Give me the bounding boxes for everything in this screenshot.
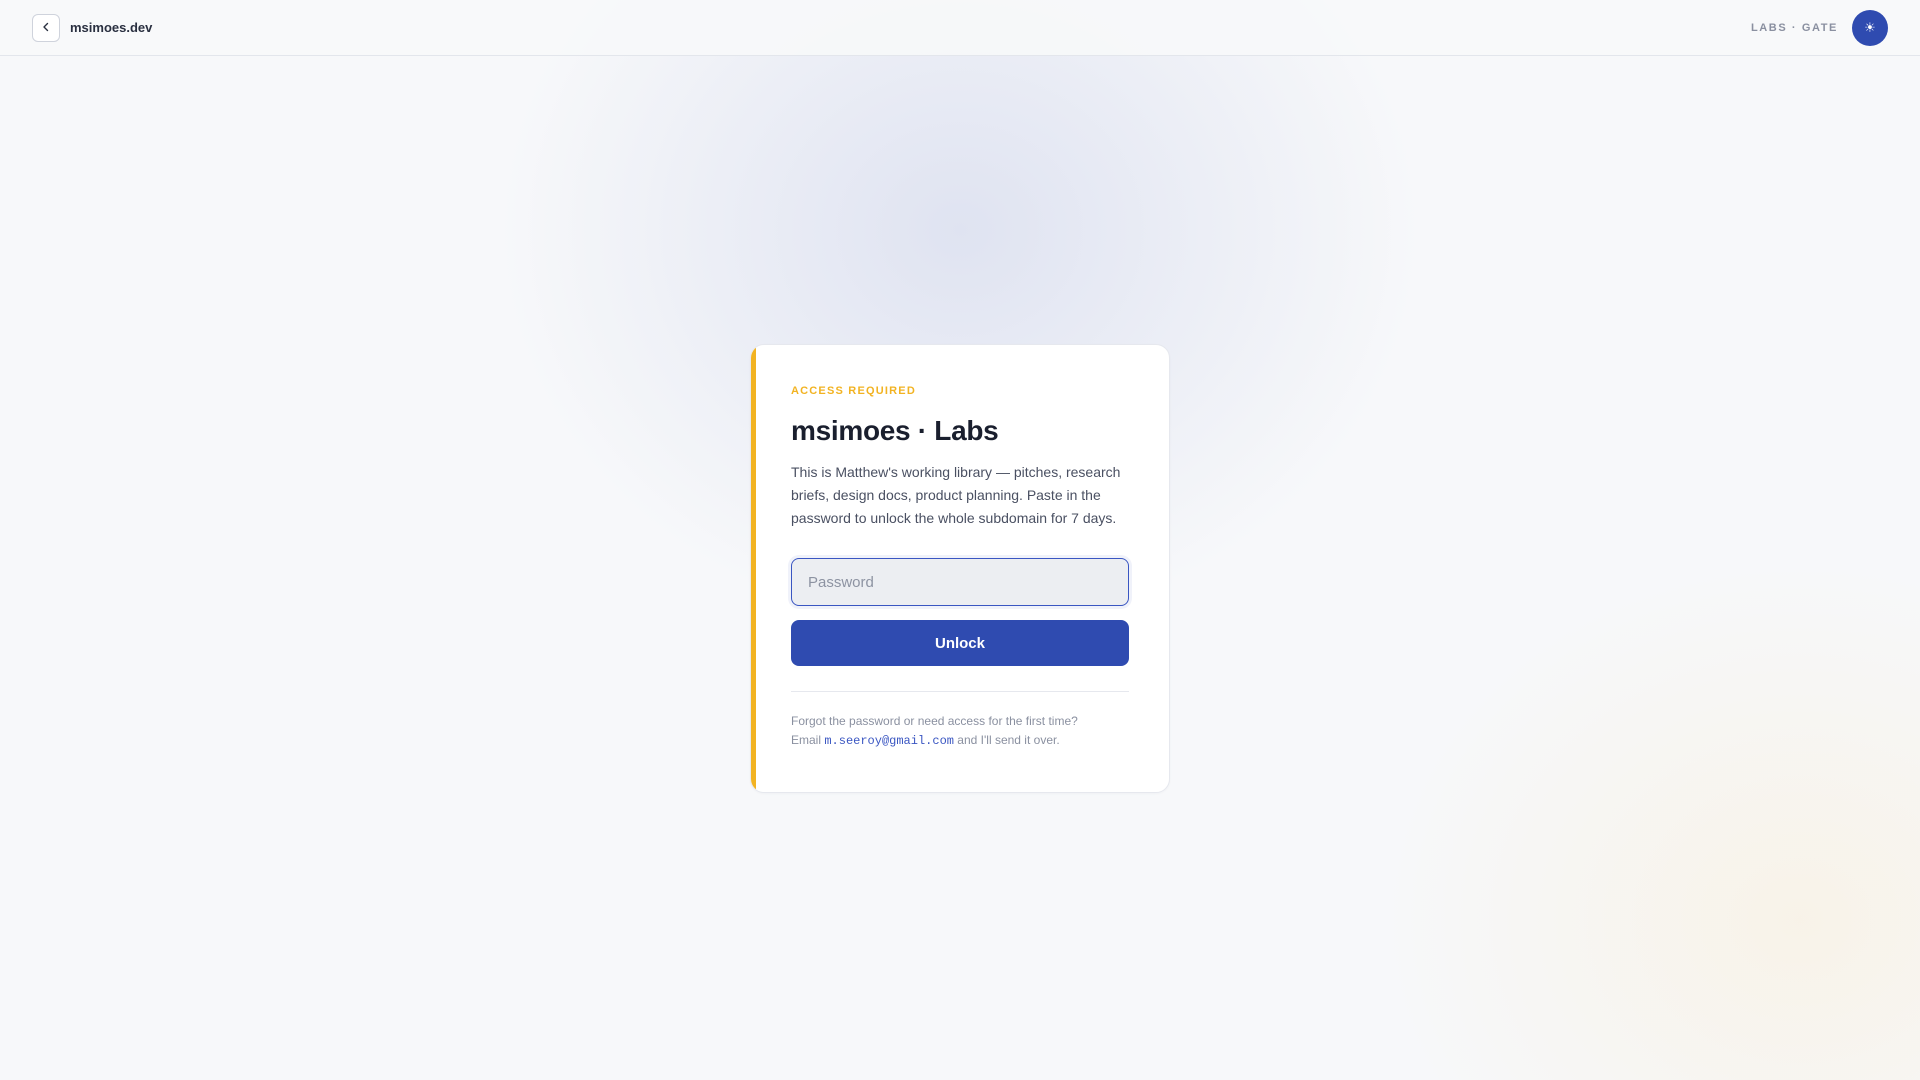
- help-line-1: Forgot the password or need access for t…: [791, 714, 1078, 728]
- topbar-right: LABS · GATE ☀: [1750, 9, 1888, 46]
- top-bar: msimoes.dev LABS · GATE ☀: [0, 0, 1920, 56]
- section-label: LABS · GATE: [1750, 21, 1838, 34]
- help-prefix: Email: [791, 733, 825, 747]
- help-text: Forgot the password or need access for t…: [791, 712, 1129, 751]
- site-name-link[interactable]: msimoes.dev: [70, 20, 152, 35]
- divider: [791, 691, 1129, 692]
- chevron-left-icon: [41, 19, 51, 37]
- email-link[interactable]: m.seeroy@gmail.com: [824, 734, 954, 748]
- password-input[interactable]: [791, 558, 1129, 606]
- access-gate-card: ACCESS REQUIRED msimoes · Labs This is M…: [750, 344, 1170, 793]
- topbar-left: msimoes.dev: [32, 13, 152, 42]
- page-title: msimoes · Labs: [791, 415, 999, 446]
- gate-description: This is Matthew's working library — pitc…: [791, 464, 1121, 526]
- help-suffix: and I'll send it over.: [953, 733, 1060, 747]
- access-required-label: ACCESS REQUIRED: [791, 385, 916, 397]
- card-accent-bar: [751, 345, 756, 792]
- theme-toggle-button[interactable]: ☀: [1852, 9, 1888, 46]
- sun-icon: ☀: [1864, 19, 1876, 35]
- unlock-button[interactable]: Unlock: [791, 620, 1129, 666]
- help-line-2: Email m.seeroy@gmail.com and I'll send i…: [791, 731, 1129, 751]
- back-button[interactable]: [32, 13, 60, 42]
